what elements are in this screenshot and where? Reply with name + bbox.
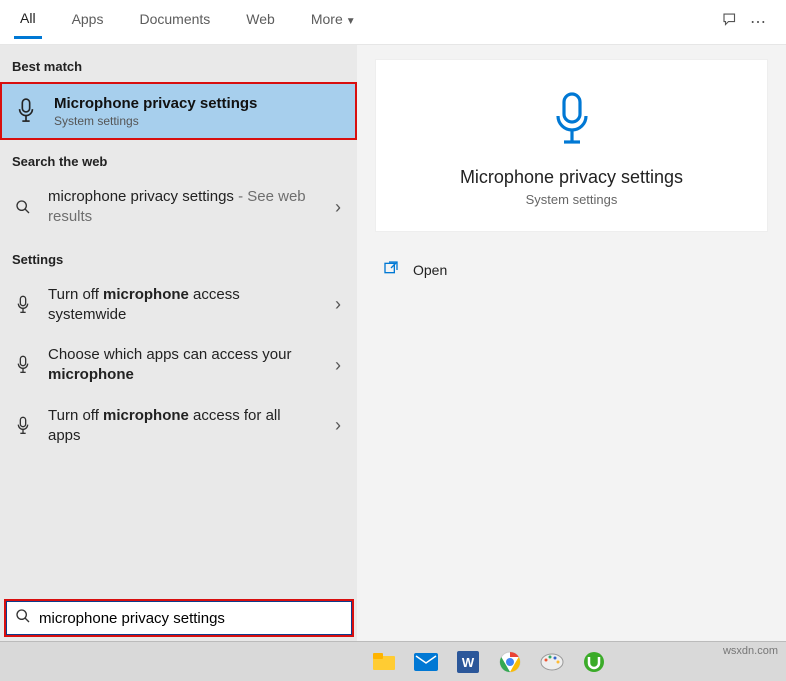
taskbar-word[interactable]: W (448, 646, 488, 678)
taskbar: W (0, 641, 786, 681)
chevron-right-icon: › (335, 355, 345, 376)
open-action[interactable]: Open (375, 252, 768, 287)
chevron-right-icon: › (335, 415, 345, 436)
microphone-icon (12, 355, 34, 375)
search-input[interactable] (39, 610, 343, 627)
taskbar-chrome[interactable] (490, 646, 530, 678)
taskbar-utorrent[interactable] (574, 646, 614, 678)
taskbar-mail[interactable] (406, 646, 446, 678)
settings-result-0[interactable]: Turn off microphone access systemwide › (0, 275, 357, 336)
chevron-down-icon: ▼ (346, 16, 356, 27)
taskbar-file-explorer[interactable] (364, 646, 404, 678)
results-panel: Best match Microphone privacy settings S… (0, 45, 357, 641)
best-match-subtitle: System settings (54, 114, 257, 128)
search-filter-tabs: All Apps Documents Web More▼ ⋯ (0, 0, 786, 45)
preview-title: Microphone privacy settings (460, 167, 683, 188)
web-result-text: microphone privacy settings - See web re… (48, 187, 321, 228)
tab-all[interactable]: All (14, 6, 42, 39)
tab-more[interactable]: More▼ (305, 7, 362, 37)
open-label: Open (413, 262, 447, 278)
search-icon (12, 199, 34, 215)
preview-hero: Microphone privacy settings System setti… (375, 59, 768, 232)
tab-documents[interactable]: Documents (133, 7, 216, 37)
section-best-match: Best match (0, 45, 357, 82)
taskbar-paint[interactable] (532, 646, 572, 678)
settings-result-text: Turn off microphone access for all apps (48, 406, 321, 447)
preview-panel: Microphone privacy settings System setti… (357, 45, 786, 641)
best-match-result[interactable]: Microphone privacy settings System setti… (0, 82, 357, 140)
search-box[interactable] (6, 601, 352, 635)
settings-result-1[interactable]: Choose which apps can access your microp… (0, 335, 357, 396)
section-settings: Settings (0, 238, 357, 275)
feedback-icon[interactable] (716, 11, 744, 34)
settings-result-text: Choose which apps can access your microp… (48, 345, 321, 386)
open-icon (383, 260, 399, 279)
chevron-right-icon: › (335, 294, 345, 315)
tab-apps[interactable]: Apps (66, 7, 110, 37)
search-icon (15, 608, 31, 629)
microphone-icon (12, 416, 34, 436)
watermark: wsxdn.com (723, 645, 778, 657)
web-result[interactable]: microphone privacy settings - See web re… (0, 177, 357, 238)
microphone-icon (12, 97, 40, 125)
chevron-right-icon: › (335, 197, 345, 218)
more-options-icon[interactable]: ⋯ (744, 12, 772, 32)
best-match-title: Microphone privacy settings (54, 95, 257, 112)
tab-web[interactable]: Web (240, 7, 281, 37)
settings-result-text: Turn off microphone access systemwide (48, 285, 321, 326)
preview-subtitle: System settings (526, 192, 618, 207)
microphone-icon (12, 295, 34, 315)
microphone-icon (548, 90, 596, 155)
section-search-web: Search the web (0, 140, 357, 177)
settings-result-2[interactable]: Turn off microphone access for all apps … (0, 396, 357, 457)
svg-text:W: W (462, 655, 475, 670)
